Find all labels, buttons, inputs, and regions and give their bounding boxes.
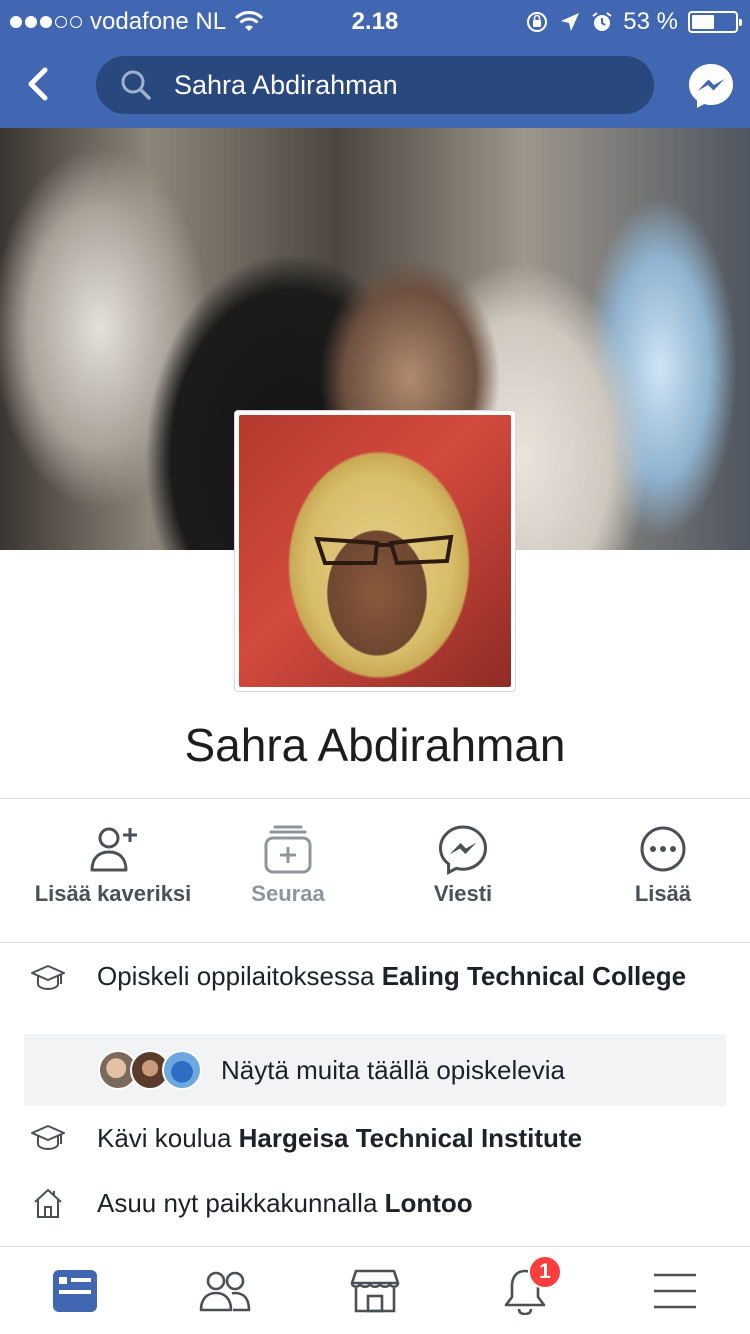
status-bar: vodafone NL 2.18 53 %: [0, 0, 750, 40]
more-icon: [640, 826, 686, 872]
messenger-icon: [689, 64, 733, 108]
about-studied: Opiskeli oppilaitoksessa Ealing Technica…: [0, 960, 750, 1030]
profile-picture[interactable]: [234, 410, 516, 692]
battery-icon: [688, 11, 742, 33]
friends-icon: [199, 1271, 251, 1312]
see-others-label: Näytä muita täällä opiskelevia: [221, 1054, 565, 1085]
about-school: Kävi koulua Hargeisa Technical Institute: [0, 1122, 750, 1162]
news-feed-icon: [53, 1270, 97, 1312]
search-query: Sahra Abdirahman: [174, 69, 398, 100]
tab-notifications[interactable]: 1: [450, 1247, 600, 1334]
search-input[interactable]: Sahra Abdirahman: [96, 56, 654, 114]
see-others-button[interactable]: Näytä muita täällä opiskelevia: [24, 1034, 726, 1106]
follow-label: Seuraa: [251, 881, 325, 906]
lives-prefix: Asuu nyt paikkakunnalla: [97, 1188, 385, 1218]
search-icon: [120, 69, 152, 101]
divider: [0, 798, 750, 799]
top-bar: vodafone NL 2.18 53 % Sahra Abdirahman: [0, 0, 750, 128]
tab-news-feed[interactable]: [0, 1247, 150, 1334]
avatar: [162, 1050, 202, 1090]
graduation-cap-icon: [30, 1124, 66, 1152]
friend-avatars: [98, 1050, 238, 1090]
follow-icon: [264, 825, 312, 874]
profile-picture-image: [239, 415, 511, 687]
more-label: Lisää: [634, 881, 692, 906]
school-place-link[interactable]: Hargeisa Technical Institute: [239, 1123, 582, 1153]
battery-percent: 53 %: [623, 8, 678, 35]
messenger-icon: [438, 825, 488, 876]
lives-place-link[interactable]: Lontoo: [385, 1188, 473, 1218]
alarm-icon: [592, 12, 612, 31]
graduation-cap-icon: [30, 964, 66, 992]
add-friend-label: Lisää kaveriksi: [34, 881, 192, 906]
tab-friends[interactable]: [150, 1247, 300, 1334]
message-label: Viesti: [433, 881, 493, 906]
tab-bar: 1: [0, 1246, 750, 1334]
about-lives: Asuu nyt paikkakunnalla Lontoo: [0, 1187, 750, 1227]
profile-name: Sahra Abdirahman: [184, 719, 566, 771]
marketplace-icon: [350, 1269, 400, 1313]
orientation-lock-icon: [527, 12, 548, 32]
home-icon: [30, 1187, 66, 1219]
menu-icon: [654, 1273, 696, 1309]
notifications-badge: 1: [528, 1255, 562, 1289]
location-icon: [561, 13, 580, 31]
tab-marketplace[interactable]: [300, 1247, 450, 1334]
chevron-left-icon: [28, 67, 48, 101]
glasses-shape: [314, 534, 454, 566]
back-button[interactable]: [18, 62, 58, 106]
studied-prefix: Opiskeli oppilaitoksessa: [97, 961, 382, 991]
studied-place-link[interactable]: Ealing Technical College: [382, 961, 686, 991]
message-button[interactable]: Viesti: [350, 800, 576, 942]
divider: [0, 942, 750, 943]
school-prefix: Kävi koulua: [97, 1123, 239, 1153]
profile-actions: Lisää kaveriksi Seuraa Viesti Lisää: [0, 800, 750, 942]
messenger-button[interactable]: [686, 61, 736, 111]
add-friend-icon: [90, 827, 137, 872]
more-button[interactable]: Lisää: [576, 800, 750, 942]
tab-menu[interactable]: [600, 1247, 750, 1334]
add-friend-button[interactable]: Lisää kaveriksi: [0, 800, 226, 942]
follow-button[interactable]: Seuraa: [226, 800, 350, 942]
